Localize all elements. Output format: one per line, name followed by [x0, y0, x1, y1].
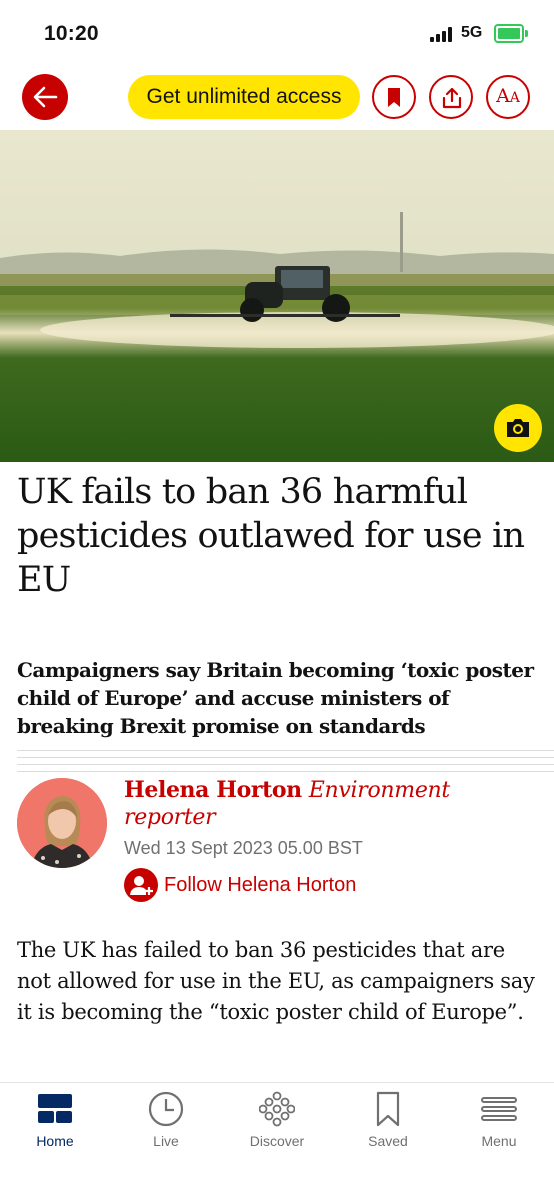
tab-menu[interactable]: Menu: [449, 1091, 549, 1155]
bookmark-button[interactable]: [372, 75, 416, 119]
signal-icon: [430, 27, 454, 42]
get-unlimited-access-button[interactable]: Get unlimited access: [128, 75, 360, 119]
author-name[interactable]: Helena Horton: [124, 777, 302, 803]
tab-home-label: Home: [36, 1133, 74, 1149]
article-standfirst: Campaigners say Britain becoming ‘toxic …: [17, 658, 534, 738]
home-icon: [38, 1094, 72, 1123]
article-body-paragraph: The UK has failed to ban 36 pesticides t…: [17, 938, 535, 1024]
camera-button[interactable]: [494, 404, 542, 452]
text-size-button[interactable]: AA: [486, 75, 530, 119]
article-headline: UK fails to ban 36 harmful pesticides ou…: [17, 472, 525, 600]
text-size-icon: AA: [496, 85, 520, 107]
discover-icon: [259, 1091, 295, 1127]
clock-icon: [148, 1091, 184, 1127]
status-bar: 10:20 5G: [0, 0, 554, 66]
bookmark-icon: [376, 1091, 400, 1127]
hero-image: [0, 130, 554, 462]
bookmark-icon: [388, 88, 400, 107]
article-toolbar: Get unlimited access AA: [0, 66, 554, 132]
tab-home[interactable]: Home: [5, 1091, 105, 1155]
tab-saved[interactable]: Saved: [338, 1091, 438, 1155]
bottom-tab-bar: Home Live Discover Saved Menu: [0, 1082, 554, 1201]
battery-icon: [494, 24, 528, 43]
camera-icon: [507, 419, 529, 437]
add-person-icon: [124, 868, 158, 902]
arrow-left-icon: [33, 86, 58, 108]
tab-discover[interactable]: Discover: [227, 1091, 327, 1155]
author-avatar: [17, 778, 107, 868]
status-time: 10:20: [44, 22, 99, 45]
article-date: Wed 13 Sept 2023 05.00 BST: [124, 838, 363, 858]
menu-icon: [481, 1097, 517, 1121]
network-label: 5G: [461, 24, 483, 41]
share-icon: [442, 87, 462, 109]
tab-live-label: Live: [153, 1133, 179, 1149]
follow-label: Follow Helena Horton: [164, 874, 357, 896]
back-button[interactable]: [22, 74, 68, 120]
tab-live[interactable]: Live: [116, 1091, 216, 1155]
share-button[interactable]: [429, 75, 473, 119]
author-byline: Helena Horton Environment reporter: [124, 777, 544, 831]
section-divider: [17, 750, 554, 772]
tab-menu-label: Menu: [481, 1133, 517, 1149]
tab-discover-label: Discover: [249, 1133, 305, 1149]
tab-saved-label: Saved: [368, 1133, 408, 1149]
